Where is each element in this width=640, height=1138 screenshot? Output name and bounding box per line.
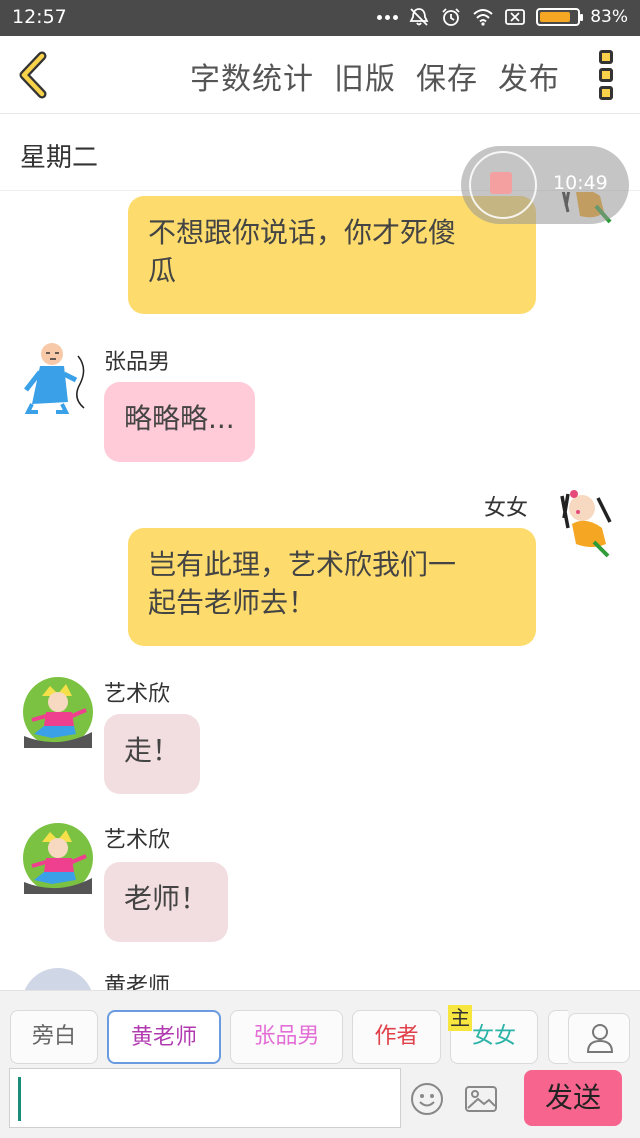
protagonist-badge: 主 (448, 1005, 472, 1031)
battery-icon (536, 8, 584, 26)
alarm-icon (442, 8, 460, 26)
menu-dot-icon (599, 50, 613, 64)
chip-label: 黄老师 (130, 1025, 197, 1050)
avatar-zhangpinnan[interactable] (22, 342, 94, 418)
message-line: 走！ (124, 734, 181, 767)
chip-label: 旁白 (31, 1024, 76, 1049)
input-bar: 发送 (0, 1068, 640, 1138)
battery-percent: 83% (590, 7, 628, 27)
emoji-icon[interactable] (410, 1082, 444, 1116)
character-chip-zhangpinnan[interactable]: 张品男 (230, 1010, 343, 1064)
timer-text: 10:49 (553, 172, 608, 194)
message-line: 不想跟你说话，你才死傻 (148, 216, 457, 249)
character-selector: 旁白 黄老师 张品男 作者 主 女女 (0, 990, 640, 1068)
message-bubble[interactable]: 老师！ (104, 862, 229, 942)
message-line: 起告老师去！ (148, 586, 317, 619)
wifi-icon (473, 9, 493, 26)
message-bubble[interactable]: 走！ (104, 714, 201, 794)
speaker-name: 女女 (484, 496, 529, 521)
menu-dot-icon (599, 86, 613, 100)
avatar-nvnv[interactable] (554, 488, 616, 560)
menu-dot-icon (599, 68, 613, 82)
word-count-button[interactable]: 字数统计 (190, 54, 314, 98)
speaker-name: 艺术欣 (104, 682, 171, 707)
character-chip-huanglaoshi[interactable]: 黄老师 (107, 1010, 221, 1064)
status-icons: 83% (377, 7, 628, 27)
more-notifications-icon (377, 14, 399, 20)
chip-label: 女女 (471, 1024, 516, 1049)
status-bar: 12:57 83% (0, 0, 640, 36)
person-icon (586, 1024, 614, 1053)
save-button[interactable]: 保存 (416, 54, 478, 98)
no-sim-icon (505, 9, 526, 25)
speaker-name: 艺术欣 (104, 828, 171, 853)
speaker-name: 张品男 (104, 350, 171, 375)
message-bubble[interactable]: 岂有此理，艺术欣我们一 起告老师去！ (128, 528, 536, 646)
top-bar: 字数统计 旧版 保存 发布 (0, 36, 640, 114)
chip-label: 张品男 (253, 1024, 320, 1049)
battery-fill (540, 12, 571, 22)
status-time: 12:57 (12, 6, 67, 28)
message-line: 老师！ (124, 882, 209, 915)
back-arrow-icon[interactable] (14, 50, 54, 100)
avatar-yishuxin[interactable] (22, 676, 94, 748)
publish-button[interactable]: 发布 (498, 54, 560, 98)
mute-bell-icon (409, 8, 429, 26)
text-caret (18, 1077, 21, 1121)
message-line: 略略略... (124, 402, 235, 435)
top-actions: 字数统计 旧版 保存 发布 (190, 54, 560, 98)
recording-timer[interactable]: 10:49 (461, 146, 629, 224)
chip-label: 作者 (374, 1024, 419, 1049)
more-menu-button[interactable] (592, 50, 620, 100)
character-chip-nvnv[interactable]: 主 女女 (448, 1005, 538, 1064)
day-label: 星期二 (20, 143, 99, 173)
old-version-button[interactable]: 旧版 (334, 54, 396, 98)
avatar-huanglaoshi[interactable] (22, 968, 94, 990)
avatar-yishuxin[interactable] (22, 822, 94, 894)
speaker-name: 黄老师 (104, 974, 171, 990)
manage-characters-button[interactable] (568, 1013, 630, 1063)
message-line: 瓜 (148, 254, 177, 287)
character-chip-narrator[interactable]: 旁白 (10, 1010, 98, 1064)
message-input[interactable] (9, 1068, 401, 1128)
stop-icon[interactable] (490, 172, 512, 194)
chat-list[interactable]: 不想跟你说话，你才死傻 瓜 张品男 略略略... 女女 岂有此理，艺术欣我们一 … (0, 192, 640, 990)
character-chip-author[interactable]: 作者 (352, 1010, 441, 1064)
message-line: 岂有此理，艺术欣我们一 (148, 548, 457, 581)
message-bubble[interactable]: 略略略... (104, 382, 255, 462)
character-chip-partial[interactable] (548, 1010, 568, 1064)
send-button[interactable]: 发送 (524, 1070, 622, 1126)
image-icon[interactable] (464, 1082, 498, 1116)
